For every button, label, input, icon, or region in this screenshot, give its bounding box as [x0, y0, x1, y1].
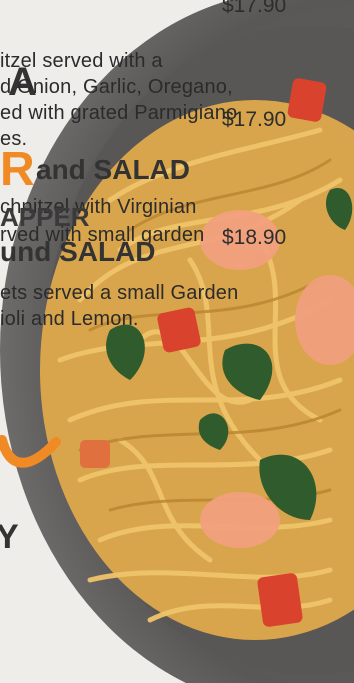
menu-line-8: ioli and Lemon.	[0, 308, 139, 330]
menu-heading-1: and SALAD	[36, 154, 190, 185]
price-mid: $17.90	[222, 108, 287, 131]
menu-line-2: d Onion, Garlic, Oregano,	[0, 76, 233, 98]
menu-letter-r: R	[0, 143, 35, 196]
menu-letter-y: Y	[0, 518, 19, 556]
price-top: $17.90	[222, 0, 287, 17]
menu-line-3: ed with grated Parmigiano	[0, 102, 238, 124]
menu-heading-2: und SALAD	[0, 236, 156, 267]
price-low: $18.90	[222, 226, 287, 249]
menu-line-7: ets served a small Garden	[0, 282, 239, 304]
